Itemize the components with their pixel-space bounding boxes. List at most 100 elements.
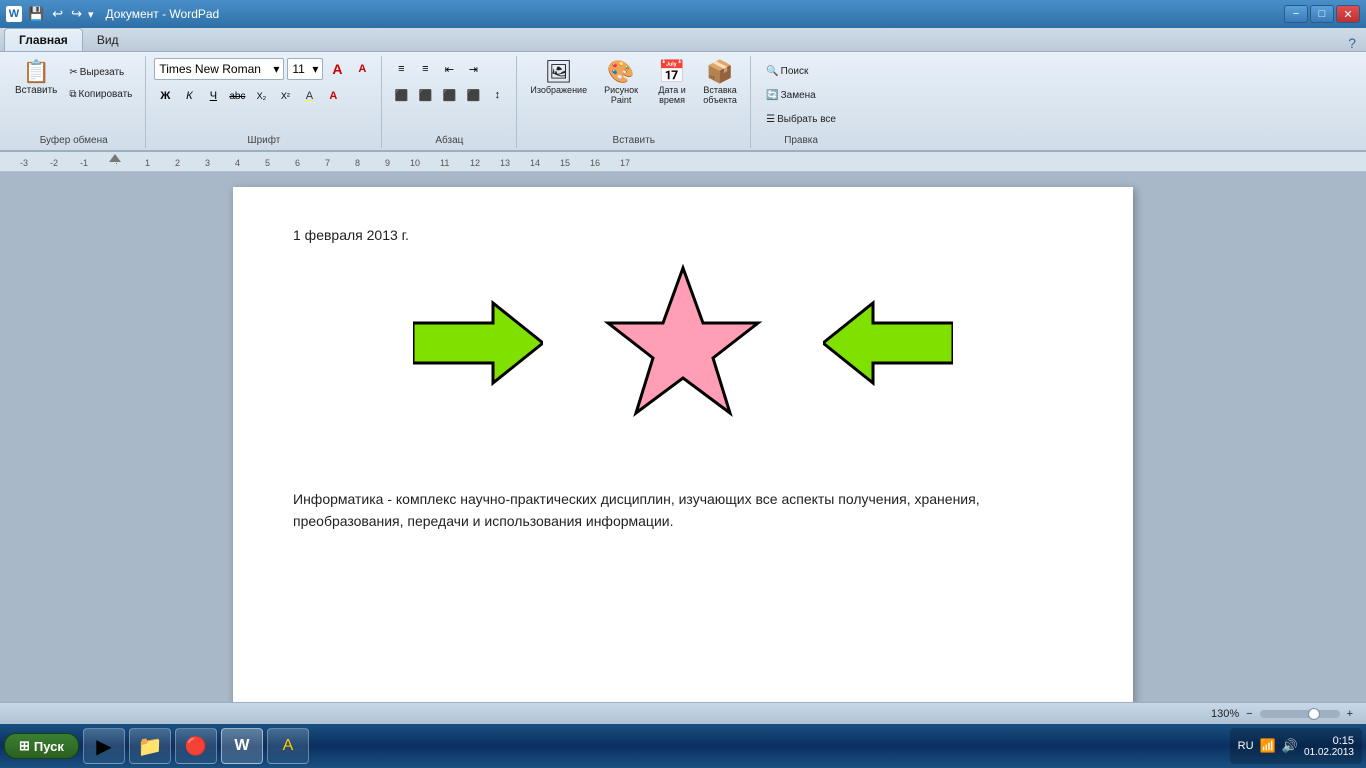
- zoom-level: 130%: [1211, 708, 1239, 720]
- subscript-button[interactable]: Х₂: [250, 85, 272, 107]
- folder-icon: 📁: [137, 734, 162, 759]
- arrow-left-shape: [823, 298, 953, 393]
- list-number-button[interactable]: ≡: [414, 58, 436, 80]
- paste-icon: 📋: [22, 61, 49, 83]
- cut-button[interactable]: ✂ Вырезать: [64, 62, 137, 82]
- help-button[interactable]: ?: [1348, 35, 1362, 51]
- copy-button[interactable]: ⧉ Копировать: [64, 84, 137, 104]
- taskbar: ⊞ Пуск ▶ 📁 🔴 W A RU 📶 🔊 0:15 01.02.2013: [0, 724, 1366, 768]
- taskbar-files-button[interactable]: 📁: [129, 728, 171, 764]
- tab-home[interactable]: Главная: [4, 28, 83, 51]
- highlight-button[interactable]: A: [298, 85, 320, 107]
- quick-undo[interactable]: ↩: [50, 6, 65, 22]
- insert-paint-button[interactable]: 🎨 РисунокPaint: [596, 58, 646, 108]
- tray-network-icon: 📶: [1260, 738, 1276, 754]
- find-button[interactable]: 🔍 Поиск: [761, 62, 813, 82]
- quick-save[interactable]: 💾: [26, 6, 46, 22]
- title-bar: W 💾 ↩ ↪ ▾ Документ - WordPad − □ ✕: [0, 0, 1366, 28]
- line-spacing-button[interactable]: ↕: [486, 84, 508, 106]
- superscript-button[interactable]: Х²: [274, 85, 296, 107]
- tray-clock[interactable]: 0:15 01.02.2013: [1304, 735, 1354, 758]
- svg-text:14: 14: [530, 158, 540, 168]
- font-name-selector[interactable]: Times New Roman ▾: [154, 58, 284, 80]
- app-icon: W: [6, 6, 22, 22]
- align-justify-button[interactable]: ⬛: [462, 84, 484, 106]
- replace-icon: 🔄: [766, 90, 778, 101]
- svg-text:7: 7: [325, 158, 330, 168]
- svg-text:8: 8: [355, 158, 360, 168]
- document-body[interactable]: Информатика - комплекс научно-практическ…: [293, 488, 1073, 533]
- ribbon-tabs: Главная Вид ?: [0, 28, 1366, 52]
- object-icon: 📦: [706, 61, 733, 83]
- svg-text:1: 1: [145, 158, 150, 168]
- font-size-selector[interactable]: 11 ▾: [287, 58, 323, 80]
- datetime-icon: 📅: [658, 61, 685, 83]
- svg-text:11: 11: [440, 158, 449, 168]
- svg-text:4: 4: [235, 158, 240, 168]
- zoom-minus-button[interactable]: −: [1243, 708, 1255, 720]
- tray-lang: RU: [1238, 740, 1254, 752]
- zoom-slider[interactable]: [1260, 710, 1340, 718]
- font-color-button[interactable]: A: [322, 85, 344, 107]
- insert-object-button[interactable]: 📦 Вставкаобъекта: [698, 58, 742, 108]
- bold-button[interactable]: Ж: [154, 85, 176, 107]
- ribbon-group-edit: 🔍 Поиск 🔄 Замена ☰ Выбрать все Правка: [751, 56, 851, 148]
- indent-decrease-button[interactable]: ⇤: [438, 58, 460, 80]
- italic-button[interactable]: К: [178, 85, 200, 107]
- close-button[interactable]: ✕: [1336, 5, 1360, 23]
- svg-text:-2: -2: [50, 158, 58, 168]
- wordpad-icon: W: [234, 737, 249, 755]
- formatting-row: Ж К Ч abc Х₂ Х² A A: [154, 85, 344, 107]
- status-bar: 130% − +: [0, 702, 1366, 724]
- align-left-button[interactable]: ⬛: [390, 84, 412, 106]
- taskbar-browser-button[interactable]: 🔴: [175, 728, 217, 764]
- zoom-plus-button[interactable]: +: [1344, 708, 1356, 720]
- font-grow-button[interactable]: A: [326, 58, 348, 80]
- svg-text:2: 2: [175, 158, 180, 168]
- svg-text:9: 9: [385, 158, 390, 168]
- maximize-button[interactable]: □: [1310, 5, 1334, 23]
- document-page[interactable]: 1 февраля 2013 г.: [233, 187, 1133, 702]
- ribbon-group-font: Times New Roman ▾ 11 ▾ A A Ж К Ч abc Х₂: [146, 56, 382, 148]
- ribbon: 📋 Вставить ✂ Вырезать ⧉ Копировать Буфер…: [0, 52, 1366, 152]
- tray-volume-icon: 🔊: [1282, 738, 1298, 754]
- media-icon: ▶: [96, 734, 111, 759]
- start-button[interactable]: ⊞ Пуск: [4, 733, 79, 759]
- arrow-right-shape: [413, 298, 543, 393]
- zoom-control: 130% − +: [1211, 708, 1356, 720]
- browser-icon: 🔴: [185, 736, 207, 757]
- minimize-button[interactable]: −: [1284, 5, 1308, 23]
- windows-icon: ⊞: [19, 738, 30, 754]
- tab-view[interactable]: Вид: [83, 29, 133, 51]
- svg-text:-3: -3: [20, 158, 28, 168]
- align-center-button[interactable]: ⬛: [414, 84, 436, 106]
- paste-button[interactable]: 📋 Вставить: [10, 58, 62, 99]
- align-right-button[interactable]: ⬛: [438, 84, 460, 106]
- ruler: -3 -2 -1 · 1 2 3 4 5 6 7 8 9 10 11 12 13…: [0, 152, 1366, 172]
- quick-dropdown[interactable]: ▾: [88, 8, 94, 21]
- quick-redo[interactable]: ↪: [69, 6, 84, 22]
- ribbon-group-insert: 🖼 Изображение 🎨 РисунокPaint 📅 Дата ивре…: [517, 56, 751, 148]
- replace-button[interactable]: 🔄 Замена: [761, 86, 821, 106]
- document-date: 1 февраля 2013 г.: [293, 227, 1073, 243]
- taskbar-wordpad-button[interactable]: W: [221, 728, 263, 764]
- taskbar-media-button[interactable]: ▶: [83, 728, 125, 764]
- svg-text:-1: -1: [80, 158, 88, 168]
- svg-text:3: 3: [205, 158, 210, 168]
- underline-button[interactable]: Ч: [202, 85, 224, 107]
- svg-text:16: 16: [590, 158, 600, 168]
- ribbon-group-paragraph: ≡ ≡ ⇤ ⇥ ⬛ ⬛ ⬛ ⬛ ↕ Абзац: [382, 56, 517, 148]
- title-bar-title: Документ - WordPad: [106, 7, 220, 21]
- svg-text:17: 17: [620, 158, 630, 168]
- list-bullet-button[interactable]: ≡: [390, 58, 412, 80]
- select-all-button[interactable]: ☰ Выбрать все: [761, 110, 841, 130]
- cut-icon: ✂: [69, 67, 77, 78]
- strikethrough-button[interactable]: abc: [226, 85, 248, 107]
- font-shrink-button[interactable]: A: [351, 58, 373, 80]
- select-all-icon: ☰: [766, 114, 775, 125]
- insert-datetime-button[interactable]: 📅 Дата ивремя: [650, 58, 694, 108]
- taskbar-extra-button[interactable]: A: [267, 728, 309, 764]
- indent-increase-button[interactable]: ⇥: [462, 58, 484, 80]
- insert-image-button[interactable]: 🖼 Изображение: [525, 58, 592, 98]
- document-area: 1 февраля 2013 г.: [0, 172, 1366, 702]
